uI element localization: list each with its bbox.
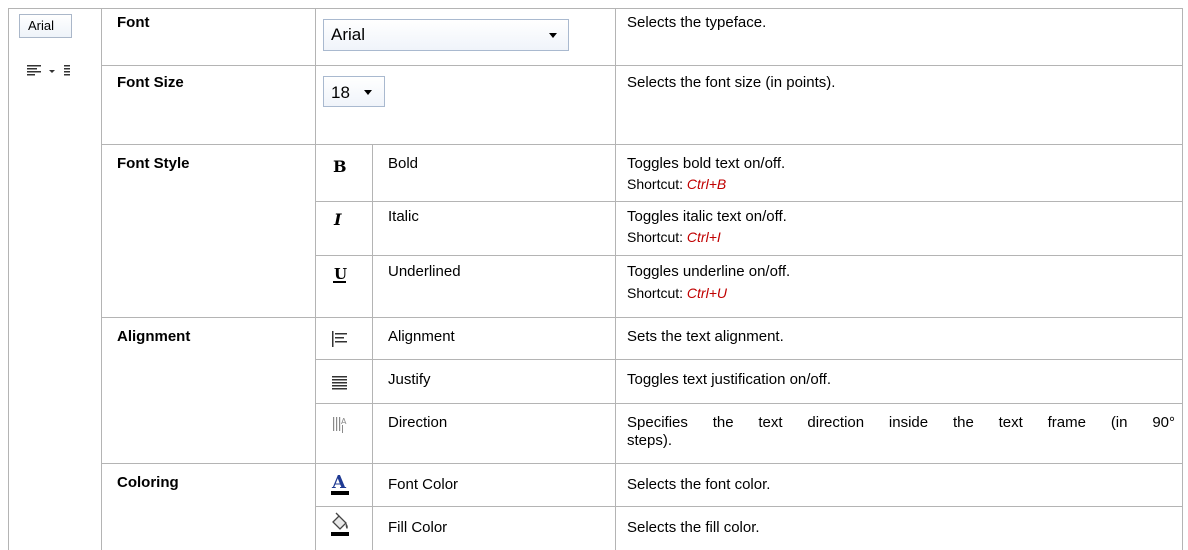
category-coloring: Coloring [117, 474, 179, 491]
bold-icon: B [331, 157, 349, 179]
grid-line [315, 506, 1183, 507]
description-font-color: Selects the font color. [627, 476, 771, 493]
description-italic: Toggles italic text on/off. [627, 208, 787, 225]
grid-line [101, 317, 1183, 318]
align-left-icon [331, 330, 349, 352]
shortcut-italic: Shortcut: Ctrl+I [627, 228, 721, 246]
description-direction: Specifies the text direction inside the … [627, 414, 1175, 450]
shortcut-key: Ctrl+I [686, 229, 721, 245]
svg-text:B: B [333, 157, 347, 175]
item-name-underlined: Underlined [388, 263, 461, 280]
shortcut-bold: Shortcut: Ctrl+B [627, 175, 726, 193]
font-name-value: Arial [28, 18, 55, 33]
grid-line [315, 359, 1183, 360]
grid-line [101, 65, 1183, 66]
grid-line [315, 255, 1183, 256]
description-alignment: Sets the text alignment. [627, 328, 784, 345]
font-combo-value: Arial [331, 25, 366, 44]
grid-line [101, 144, 1183, 145]
description-direction-line2: steps). [627, 432, 673, 449]
item-name-direction: Direction [388, 414, 448, 431]
description-justify: Toggles text justification on/off. [627, 371, 832, 388]
alignment-dropdown-preview[interactable] [26, 62, 96, 82]
shortcut-key: Ctrl+U [686, 285, 727, 301]
grid-line [615, 8, 616, 550]
grid-line [8, 8, 1183, 9]
description-font-size: Selects the font size (in points). [627, 74, 836, 91]
description-bold: Toggles bold text on/off. [627, 155, 786, 172]
grid-line [315, 403, 1183, 404]
shortcut-label: Shortcut: [627, 229, 684, 245]
svg-text:A: A [341, 417, 347, 426]
svg-text:U: U [334, 265, 347, 283]
category-alignment: Alignment [117, 328, 191, 345]
item-name-alignment: Alignment [388, 328, 455, 345]
item-name-font-color: Font Color [388, 476, 459, 493]
align-left-icon [27, 65, 70, 76]
justify-icon [331, 373, 349, 395]
item-name-italic: Italic [388, 208, 419, 225]
grid-line [315, 8, 316, 550]
category-font: Font [117, 14, 150, 31]
item-name-bold: Bold [388, 155, 419, 172]
shortcut-label: Shortcut: [627, 285, 684, 301]
grid-line [101, 8, 102, 550]
item-name-justify: Justify [388, 371, 431, 388]
grid-line [101, 463, 1183, 464]
chevron-down-icon [364, 90, 372, 95]
description-fill-color: Selects the fill color. [627, 519, 760, 536]
fill-color-icon [329, 512, 351, 542]
font-size-combo-value: 18 [331, 83, 350, 102]
grid-line [372, 144, 373, 550]
chevron-down-icon [49, 70, 55, 73]
chevron-down-icon [549, 33, 557, 38]
font-name-combo-preview[interactable]: Arial [19, 14, 72, 38]
italic-icon: I [331, 210, 349, 232]
font-combo[interactable]: Arial [323, 19, 569, 51]
shortcut-underlined: Shortcut: Ctrl+U [627, 284, 727, 302]
item-name-fill-color: Fill Color [388, 519, 448, 536]
shortcut-label: Shortcut: [627, 176, 684, 192]
font-size-combo[interactable]: 18 [323, 76, 385, 107]
svg-text:I: I [333, 210, 342, 228]
grid-line [315, 201, 1183, 202]
grid-line [1182, 8, 1183, 550]
underline-icon: U [331, 265, 349, 289]
grid-line [8, 8, 9, 550]
category-font-style: Font Style [117, 155, 190, 172]
text-direction-icon: A [331, 415, 349, 439]
svg-text:A: A [331, 472, 347, 493]
description-font: Selects the typeface. [627, 14, 767, 31]
description-direction-line1: Specifies the text direction inside the … [627, 414, 1175, 431]
description-underlined: Toggles underline on/off. [627, 263, 791, 280]
font-color-icon: A [329, 471, 351, 501]
shortcut-key: Ctrl+B [686, 176, 727, 192]
category-font-size: Font Size [117, 74, 184, 91]
